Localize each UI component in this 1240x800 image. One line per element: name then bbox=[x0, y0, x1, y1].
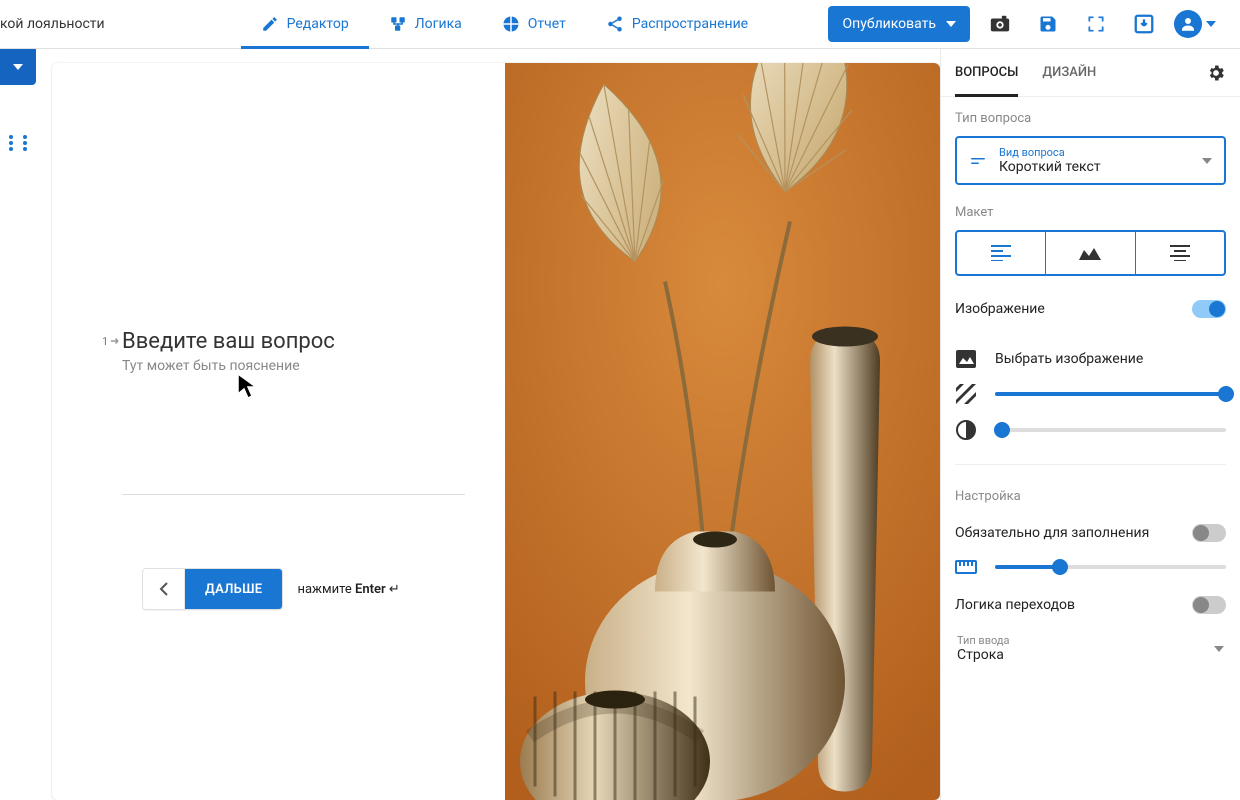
tab-share-label: Распространение bbox=[632, 16, 748, 32]
question-type-select[interactable]: Вид вопроса Короткий текст bbox=[955, 136, 1226, 185]
required-label: Обязательно для заполнения bbox=[955, 525, 1149, 541]
tab-logic[interactable]: Логика bbox=[369, 0, 482, 48]
align-left-icon bbox=[991, 245, 1011, 261]
input-type-caption: Тип ввода bbox=[957, 634, 1206, 647]
image-section-label: Изображение bbox=[955, 301, 1045, 317]
account-button[interactable] bbox=[1174, 10, 1216, 38]
download-box-icon bbox=[1133, 13, 1155, 35]
avatar-icon bbox=[1174, 10, 1202, 38]
caret-down-icon bbox=[1214, 646, 1224, 652]
layout-center[interactable] bbox=[1135, 232, 1224, 274]
tab-design[interactable]: ДИЗАЙН bbox=[1042, 49, 1096, 96]
preview-button[interactable] bbox=[982, 6, 1018, 42]
fullscreen-icon bbox=[1086, 14, 1106, 34]
input-type-value: Строка bbox=[957, 647, 1206, 663]
qtype-caption: Вид вопроса bbox=[999, 146, 1190, 159]
pencil-icon bbox=[261, 15, 279, 33]
qtype-section-label: Тип вопроса bbox=[955, 111, 1226, 126]
pie-chart-icon bbox=[502, 15, 520, 33]
drag-handle[interactable] bbox=[9, 131, 27, 155]
layout-image[interactable] bbox=[1045, 232, 1134, 274]
contrast-slider[interactable] bbox=[995, 428, 1226, 432]
stripes-icon bbox=[956, 384, 976, 404]
survey-title[interactable]: кой лояльности bbox=[0, 16, 121, 32]
eye-camera-icon bbox=[989, 13, 1011, 35]
tab-logic-label: Логика bbox=[415, 16, 462, 32]
right-panel: ВОПРОСЫ ДИЗАЙН Тип вопроса Вид вопроса К… bbox=[940, 49, 1240, 800]
chevron-left-icon bbox=[159, 582, 169, 596]
qtype-value: Короткий текст bbox=[999, 159, 1190, 175]
caret-down-icon bbox=[1206, 21, 1216, 27]
input-type-select[interactable]: Тип ввода Строка bbox=[955, 628, 1226, 669]
settings-button[interactable] bbox=[1206, 63, 1226, 83]
enter-hint: нажмите Enter ↵ bbox=[297, 582, 399, 597]
width-slider[interactable] bbox=[995, 565, 1226, 569]
question-number: 1 bbox=[102, 335, 120, 348]
tab-editor-label: Редактор bbox=[287, 16, 349, 32]
choose-image-row[interactable]: Выбрать изображение bbox=[955, 342, 1226, 376]
tab-editor[interactable]: Редактор bbox=[241, 0, 369, 48]
next-button[interactable]: ДАЛЬШЕ bbox=[185, 569, 282, 609]
required-toggle[interactable] bbox=[1192, 524, 1226, 542]
caret-down-icon bbox=[946, 21, 956, 27]
gear-icon bbox=[1206, 63, 1226, 83]
publish-label: Опубликовать bbox=[842, 16, 936, 32]
divider bbox=[955, 464, 1226, 465]
overlay-opacity-slider[interactable] bbox=[995, 392, 1226, 396]
contrast-icon bbox=[956, 420, 976, 440]
ruler-icon bbox=[955, 560, 977, 574]
align-center-icon bbox=[1170, 245, 1190, 261]
image-toggle[interactable] bbox=[1192, 300, 1226, 318]
settings-section-label: Настройка bbox=[955, 489, 1226, 504]
fullscreen-button[interactable] bbox=[1078, 6, 1114, 42]
question-canvas: 1 Введите ваш вопрос Тут может быть пояс… bbox=[52, 63, 940, 800]
arrow-right-icon bbox=[110, 337, 120, 345]
answer-line[interactable] bbox=[122, 494, 465, 495]
tab-share[interactable]: Распространение bbox=[586, 0, 768, 48]
save-icon bbox=[1038, 14, 1058, 34]
prev-button[interactable] bbox=[143, 569, 185, 609]
layout-section-label: Макет bbox=[955, 205, 1226, 220]
logic-toggle[interactable] bbox=[1192, 596, 1226, 614]
layout-left[interactable] bbox=[957, 232, 1045, 274]
caret-down-icon bbox=[1202, 158, 1212, 164]
caret-down-icon bbox=[13, 64, 23, 70]
logic-jump-label: Логика переходов bbox=[955, 597, 1075, 613]
question-image bbox=[505, 63, 940, 800]
question-hint-input[interactable]: Тут может быть пояснение bbox=[122, 358, 465, 374]
tab-questions[interactable]: ВОПРОСЫ bbox=[955, 49, 1018, 96]
image-wide-icon bbox=[1079, 246, 1101, 260]
expand-rail-button[interactable] bbox=[0, 49, 36, 85]
download-button[interactable] bbox=[1126, 6, 1162, 42]
choose-image-label: Выбрать изображение bbox=[995, 351, 1143, 367]
save-button[interactable] bbox=[1030, 6, 1066, 42]
tab-report[interactable]: Отчет bbox=[482, 0, 586, 48]
tab-report-label: Отчет bbox=[528, 16, 566, 32]
share-icon bbox=[606, 15, 624, 33]
logic-icon bbox=[389, 15, 407, 33]
short-text-icon bbox=[969, 152, 987, 170]
publish-button[interactable]: Опубликовать bbox=[828, 6, 970, 42]
question-title-input[interactable]: Введите ваш вопрос bbox=[122, 329, 465, 354]
image-icon bbox=[956, 350, 976, 368]
